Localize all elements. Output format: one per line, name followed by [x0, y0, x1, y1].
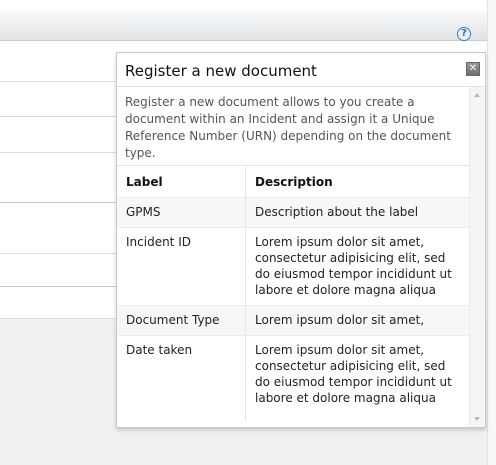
row-description: Lorem ipsum dolor sit amet, — [245, 305, 469, 336]
row-description: Description about the label — [245, 197, 469, 228]
help-icon[interactable]: ? — [457, 27, 471, 41]
popover-description: Register a new document allows to you cr… — [125, 95, 451, 160]
top-bar — [0, 0, 487, 10]
help-popover: Register a new document ✕ Register a new… — [116, 52, 486, 428]
row-label: Document Type — [117, 305, 246, 336]
row-label: GPMS — [117, 197, 246, 228]
row-label: Date taken — [117, 335, 246, 421]
background-row-divider — [0, 202, 120, 203]
background-row-divider — [0, 116, 120, 117]
page-scrollbar[interactable] — [487, 0, 496, 465]
background-row-divider — [0, 81, 120, 82]
row-description: Lorem ipsum dolor sit amet, consectetur … — [245, 227, 469, 306]
table-header-row: Label Description — [117, 166, 469, 198]
popover-scrollbar[interactable] — [469, 87, 485, 427]
row-description: Lorem ipsum dolor sit amet, consectetur … — [255, 343, 452, 405]
page-header-strip: ? — [0, 10, 487, 41]
scroll-up-icon[interactable] — [474, 93, 480, 97]
label-description-table: Label Description GPMS Description about… — [117, 166, 469, 421]
background-row-divider — [0, 286, 120, 287]
background-row-divider — [0, 318, 120, 319]
table-row: Document Type Lorem ipsum dolor sit amet… — [117, 305, 469, 336]
background-row-divider — [0, 253, 120, 254]
row-label: Incident ID — [117, 227, 246, 306]
table-row: Incident ID Lorem ipsum dolor sit amet, … — [117, 227, 469, 306]
background-row-divider — [0, 152, 120, 153]
table-row: Date taken Lorem ipsum dolor sit amet, c… — [117, 335, 469, 421]
close-icon[interactable]: ✕ — [466, 62, 480, 76]
scroll-down-icon[interactable] — [474, 417, 480, 421]
help-icon-glyph: ? — [461, 28, 467, 39]
popover-body: Register a new document allows to you cr… — [117, 87, 469, 427]
column-header-description: Description — [245, 166, 469, 198]
popover-title: Register a new document — [125, 62, 317, 80]
table-row: GPMS Description about the label — [117, 197, 469, 228]
column-header-label: Label — [117, 166, 246, 198]
